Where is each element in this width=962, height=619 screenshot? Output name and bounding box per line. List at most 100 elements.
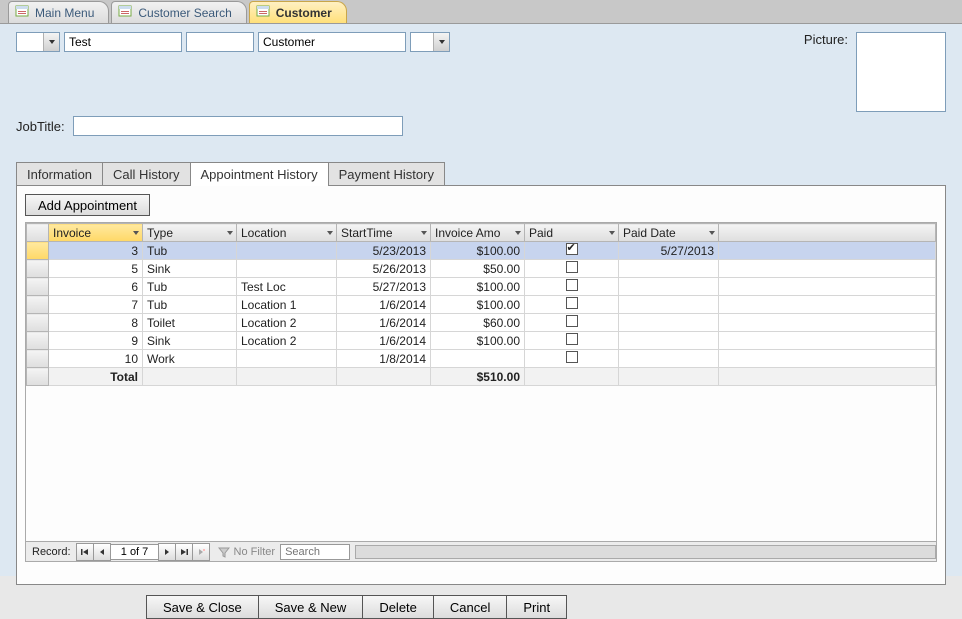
middle-name-input[interactable] [187, 33, 253, 51]
row-header[interactable] [27, 350, 49, 368]
cell-type[interactable]: Toilet [143, 314, 237, 332]
cell-starttime[interactable]: 1/6/2014 [337, 314, 431, 332]
chevron-down-icon[interactable] [226, 226, 234, 240]
suffix-combo[interactable] [410, 32, 450, 52]
cell-paid[interactable] [525, 242, 619, 260]
print-button[interactable]: Print [506, 595, 567, 619]
row-header[interactable] [27, 242, 49, 260]
cell-paid-date[interactable] [619, 260, 719, 278]
chevron-down-icon[interactable] [433, 33, 449, 51]
column-location[interactable]: Location [237, 224, 337, 242]
table-row[interactable]: 9SinkLocation 21/6/2014$100.00 [27, 332, 936, 350]
chevron-down-icon[interactable] [132, 226, 140, 240]
checkbox-icon[interactable] [566, 279, 578, 291]
cell-paid-date[interactable]: 5/27/2013 [619, 242, 719, 260]
row-header[interactable] [27, 296, 49, 314]
column-invoice[interactable]: Invoice [49, 224, 143, 242]
save-new-button[interactable]: Save & New [258, 595, 364, 619]
cell-location[interactable]: Location 2 [237, 314, 337, 332]
cell-starttime[interactable]: 5/26/2013 [337, 260, 431, 278]
cell-invoice[interactable]: 6 [49, 278, 143, 296]
recnav-filter[interactable]: No Filter [218, 546, 276, 558]
cell-paid-date[interactable] [619, 296, 719, 314]
table-row[interactable]: 7TubLocation 11/6/2014$100.00 [27, 296, 936, 314]
cell-location[interactable] [237, 260, 337, 278]
cell-amount[interactable]: $50.00 [431, 260, 525, 278]
prefix-combo[interactable] [16, 32, 60, 52]
chevron-down-icon[interactable] [420, 226, 428, 240]
row-header[interactable] [27, 278, 49, 296]
add-appointment-button[interactable]: Add Appointment [25, 194, 150, 216]
jobtitle-input[interactable] [73, 116, 403, 136]
cell-amount[interactable]: $60.00 [431, 314, 525, 332]
checkbox-icon[interactable] [566, 243, 578, 255]
doc-tab-main-menu[interactable]: Main Menu [8, 1, 109, 23]
cell-location[interactable] [237, 350, 337, 368]
column-type[interactable]: Type [143, 224, 237, 242]
cell-amount[interactable]: $100.00 [431, 332, 525, 350]
last-name-input[interactable] [259, 33, 405, 51]
delete-button[interactable]: Delete [362, 595, 434, 619]
column-paid-date[interactable]: Paid Date [619, 224, 719, 242]
checkbox-icon[interactable] [566, 333, 578, 345]
tab-appointment-history[interactable]: Appointment History [190, 162, 329, 186]
cell-type[interactable]: Work [143, 350, 237, 368]
cancel-button[interactable]: Cancel [433, 595, 507, 619]
cell-location[interactable]: Location 2 [237, 332, 337, 350]
horizontal-scrollbar[interactable] [355, 545, 936, 559]
cell-paid[interactable] [525, 278, 619, 296]
cell-starttime[interactable]: 5/27/2013 [337, 278, 431, 296]
suffix-input[interactable] [411, 33, 433, 51]
chevron-down-icon[interactable] [708, 226, 716, 240]
save-close-button[interactable]: Save & Close [146, 595, 259, 619]
chevron-down-icon[interactable] [514, 226, 522, 240]
recnav-last-button[interactable] [175, 543, 193, 561]
checkbox-icon[interactable] [566, 261, 578, 273]
doc-tab-customer-search[interactable]: Customer Search [111, 1, 246, 23]
cell-invoice[interactable]: 7 [49, 296, 143, 314]
cell-starttime[interactable]: 1/8/2014 [337, 350, 431, 368]
cell-type[interactable]: Tub [143, 278, 237, 296]
cell-amount[interactable]: $100.00 [431, 242, 525, 260]
row-header[interactable] [27, 260, 49, 278]
table-row[interactable]: 5Sink 5/26/2013$50.00 [27, 260, 936, 278]
chevron-down-icon[interactable] [43, 33, 59, 51]
tab-call-history[interactable]: Call History [102, 162, 190, 186]
tab-payment-history[interactable]: Payment History [328, 162, 445, 186]
recnav-first-button[interactable] [76, 543, 94, 561]
table-row[interactable]: 6TubTest Loc5/27/2013$100.00 [27, 278, 936, 296]
cell-paid-date[interactable] [619, 350, 719, 368]
recnav-search-input[interactable] [280, 544, 350, 560]
recnav-prev-button[interactable] [93, 543, 111, 561]
column-paid[interactable]: Paid [525, 224, 619, 242]
chevron-down-icon[interactable] [326, 226, 334, 240]
prefix-input[interactable] [17, 33, 43, 51]
cell-type[interactable]: Sink [143, 332, 237, 350]
cell-paid[interactable] [525, 350, 619, 368]
checkbox-icon[interactable] [566, 351, 578, 363]
cell-starttime[interactable]: 5/23/2013 [337, 242, 431, 260]
cell-starttime[interactable]: 1/6/2014 [337, 296, 431, 314]
cell-invoice[interactable]: 8 [49, 314, 143, 332]
recnav-new-button[interactable] [192, 543, 210, 561]
cell-paid[interactable] [525, 314, 619, 332]
cell-type[interactable]: Sink [143, 260, 237, 278]
row-header[interactable] [27, 314, 49, 332]
cell-invoice[interactable]: 3 [49, 242, 143, 260]
row-header[interactable] [27, 332, 49, 350]
table-row[interactable]: 10Work1/8/2014 [27, 350, 936, 368]
cell-amount[interactable]: $100.00 [431, 278, 525, 296]
checkbox-icon[interactable] [566, 315, 578, 327]
first-name-input[interactable] [65, 33, 181, 51]
cell-invoice[interactable]: 9 [49, 332, 143, 350]
picture-box[interactable] [856, 32, 946, 112]
recnav-next-button[interactable] [158, 543, 176, 561]
cell-location[interactable]: Test Loc [237, 278, 337, 296]
cell-amount[interactable]: $100.00 [431, 296, 525, 314]
cell-paid[interactable] [525, 296, 619, 314]
cell-paid-date[interactable] [619, 332, 719, 350]
doc-tab-customer[interactable]: Customer [249, 1, 347, 23]
cell-paid-date[interactable] [619, 278, 719, 296]
cell-invoice[interactable]: 5 [49, 260, 143, 278]
column-starttime[interactable]: StartTime [337, 224, 431, 242]
